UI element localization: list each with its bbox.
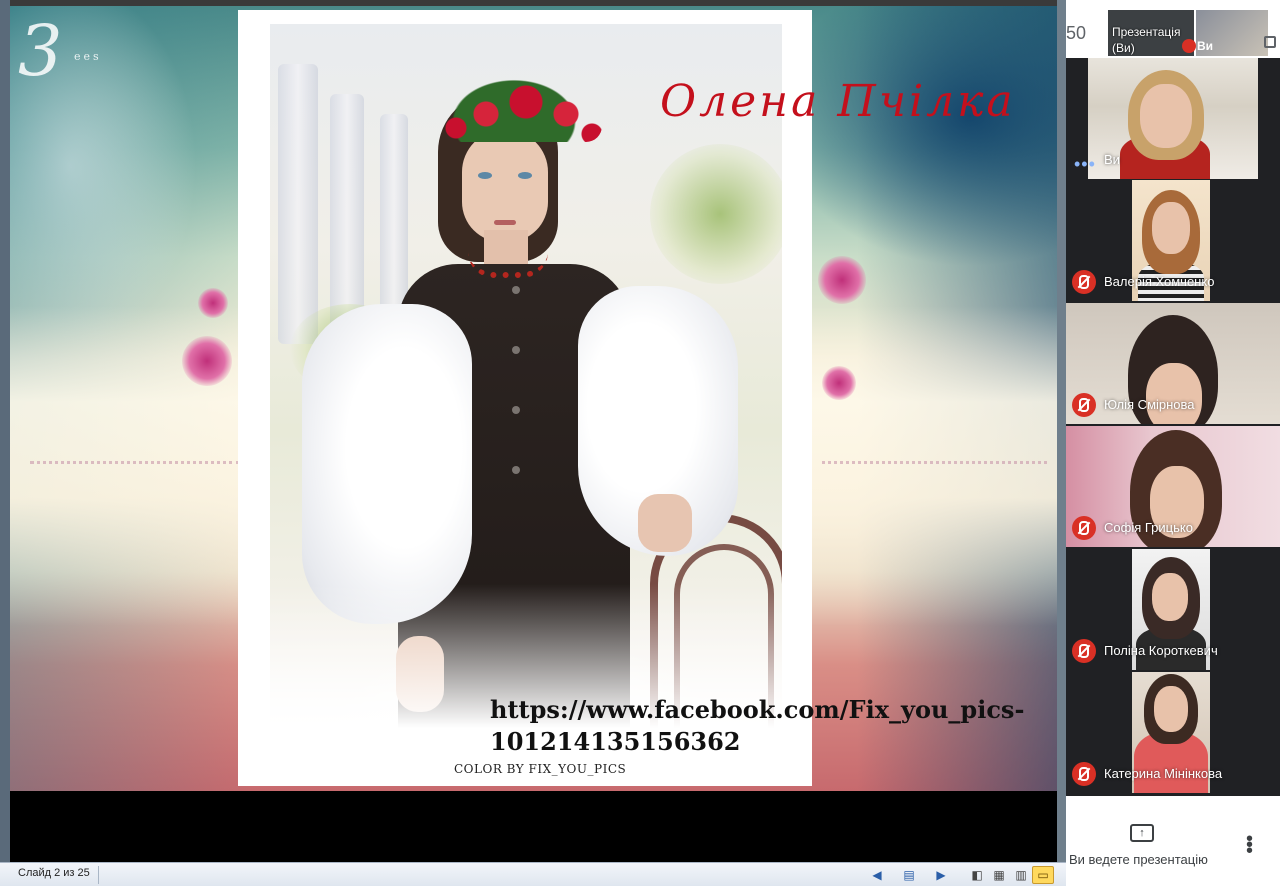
figure-face xyxy=(462,130,548,242)
participant-name: Юлія Смірнова xyxy=(1104,397,1195,412)
participant-name: Софія Грицько xyxy=(1104,520,1193,535)
person-face xyxy=(1140,84,1192,148)
person-face xyxy=(1154,686,1188,732)
person-face xyxy=(1152,202,1190,254)
background-foliage xyxy=(650,144,782,284)
person-face xyxy=(1146,363,1202,424)
participant-name: Катерина Мінінкова xyxy=(1104,766,1223,781)
slide-sorter-icon[interactable]: ▦ xyxy=(988,866,1010,884)
mic-off-icon xyxy=(1072,516,1096,540)
self-mini-label: Ви xyxy=(1197,39,1214,53)
slide-canvas[interactable]: 3 ees Олена Пчілка https://www.facebook.… xyxy=(10,6,1057,791)
flower-decoration xyxy=(198,288,228,318)
figure-eye xyxy=(518,172,532,179)
slide-title: Олена Пчілка xyxy=(660,76,1016,127)
credit-caption: COLOR BY FIX_YOU_PICS xyxy=(454,762,627,776)
background-column xyxy=(278,64,318,344)
flower-decoration xyxy=(818,256,866,304)
present-screen-icon[interactable]: ↑ xyxy=(1130,824,1154,842)
previous-slide-icon[interactable]: ◀ xyxy=(866,866,888,884)
layout-grid-icon[interactable] xyxy=(1264,36,1276,48)
status-separator xyxy=(98,866,99,884)
self-mini-tile[interactable]: Ви xyxy=(1196,10,1268,56)
participant-count: 50 xyxy=(1066,23,1087,43)
window-border xyxy=(1057,0,1066,862)
portrait-image xyxy=(270,24,782,764)
mic-off-icon xyxy=(1072,393,1096,417)
participant-name: Ви xyxy=(1104,152,1120,167)
meet-bottom-bar: ↑ Ви ведете презентацію • • • xyxy=(1066,796,1280,886)
person-face xyxy=(1152,573,1188,621)
mic-off-icon xyxy=(1072,639,1096,663)
next-slide-icon[interactable]: ▶ xyxy=(930,866,952,884)
presenting-status: Ви ведете презентацію xyxy=(1069,852,1208,867)
figure-sleeve-left xyxy=(302,304,472,624)
dress-button xyxy=(512,346,520,354)
figure-eye xyxy=(478,172,492,179)
participant-tile[interactable]: Юлія Смірнова xyxy=(1066,303,1280,424)
participant-tile[interactable]: Софія Грицько xyxy=(1066,426,1280,547)
participant-tile[interactable]: Поліна Короткевич xyxy=(1066,549,1280,670)
decorative-dots xyxy=(30,461,240,481)
presentation-tile-label: Презентація (Ви) xyxy=(1112,25,1181,55)
dress-button xyxy=(512,406,520,414)
dress-button xyxy=(512,286,520,294)
participant-tile[interactable]: Катерина Мінінкова xyxy=(1066,672,1280,793)
figure-mouth xyxy=(494,220,516,225)
participant-tile[interactable]: Валерія Хомченко xyxy=(1066,180,1280,301)
meet-participants-panel: 50 Презентація (Ви) Ви ••• Ви Валерія Хо… xyxy=(1066,0,1280,886)
screen: 3 ees Олена Пчілка https://www.facebook.… xyxy=(0,0,1280,886)
window-border xyxy=(0,0,10,862)
credit-url: https://www.facebook.com/Fix_you_pics-10… xyxy=(490,695,1025,756)
mic-off-icon xyxy=(1072,762,1096,786)
slide-letterbox xyxy=(10,791,1057,862)
logo-3ees: 3 ees xyxy=(18,10,102,92)
audio-activity-icon: ••• xyxy=(1074,154,1096,174)
dress-button xyxy=(512,466,520,474)
decorative-dots xyxy=(822,461,1047,481)
slideshow-window: 3 ees Олена Пчілка https://www.facebook.… xyxy=(0,0,1066,886)
slideshow-view-icon[interactable]: ▭ xyxy=(1032,866,1054,884)
participant-name: Поліна Короткевич xyxy=(1104,643,1218,658)
normal-view-icon[interactable]: ◧ xyxy=(966,866,988,884)
participant-tile[interactable]: ••• Ви xyxy=(1066,58,1280,179)
flower-decoration xyxy=(822,366,856,400)
presentation-tile[interactable]: Презентація (Ви) xyxy=(1108,10,1194,56)
flower-decoration xyxy=(182,336,232,386)
reading-view-icon[interactable]: ▥ xyxy=(1010,866,1032,884)
slide-menu-icon[interactable]: ▤ xyxy=(898,866,920,884)
meet-top-bar: 50 Презентація (Ви) Ви xyxy=(1066,0,1280,58)
figure-hand xyxy=(638,494,692,552)
status-bar: Слайд 2 из 25 ◀ ▤ ▶ ◧ ▦ ▥ ▭ xyxy=(0,862,1066,886)
mic-off-icon xyxy=(1072,270,1096,294)
participant-name: Валерія Хомченко xyxy=(1104,274,1215,289)
slide-position: Слайд 2 из 25 xyxy=(18,867,90,879)
flower-wreath xyxy=(426,62,602,142)
muted-speaker-icon xyxy=(1182,39,1196,53)
more-options-icon[interactable]: • • • xyxy=(1246,829,1253,861)
